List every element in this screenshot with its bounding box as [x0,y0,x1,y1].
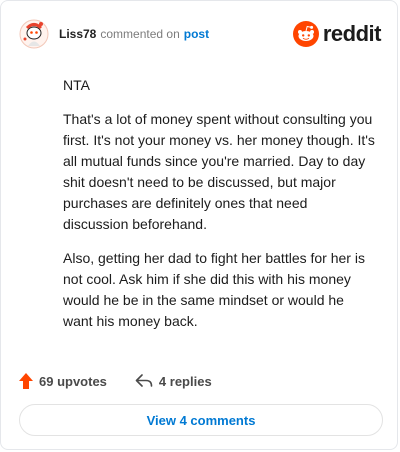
comment-body: NTA That's a lot of money spent without … [63,75,375,345]
comment-paragraph: Also, getting her dad to fight her battl… [63,250,365,329]
comment-card: Liss78 commented on post reddit NTA That… [0,0,398,450]
username-link[interactable]: Liss78 [59,27,96,41]
user-avatar[interactable] [19,19,49,49]
post-link[interactable]: post [184,27,209,41]
avatar-icon [19,19,49,49]
upvote-button[interactable]: 69 upvotes [19,373,107,389]
comment-paragraph: NTA [63,77,90,93]
view-comments-button[interactable]: View 4 comments [19,404,383,436]
reddit-logo[interactable]: reddit [292,21,382,47]
upvote-count: 69 upvotes [39,373,107,389]
reddit-wordmark: reddit [322,21,382,46]
comment-footer: 69 upvotes 4 replies [19,370,212,392]
commented-on-text: commented on [100,27,180,41]
reply-arrow-icon [135,374,153,387]
reddit-snoo-icon [292,21,319,47]
comment-header: Liss78 commented on post reddit [19,19,382,49]
replies-button[interactable]: 4 replies [135,374,212,389]
reply-count: 4 replies [158,373,212,389]
upvote-arrow-icon [19,373,33,389]
comment-paragraph: That's a lot of money spent without cons… [63,111,375,232]
comment-meta: Liss78 commented on post [59,27,209,41]
